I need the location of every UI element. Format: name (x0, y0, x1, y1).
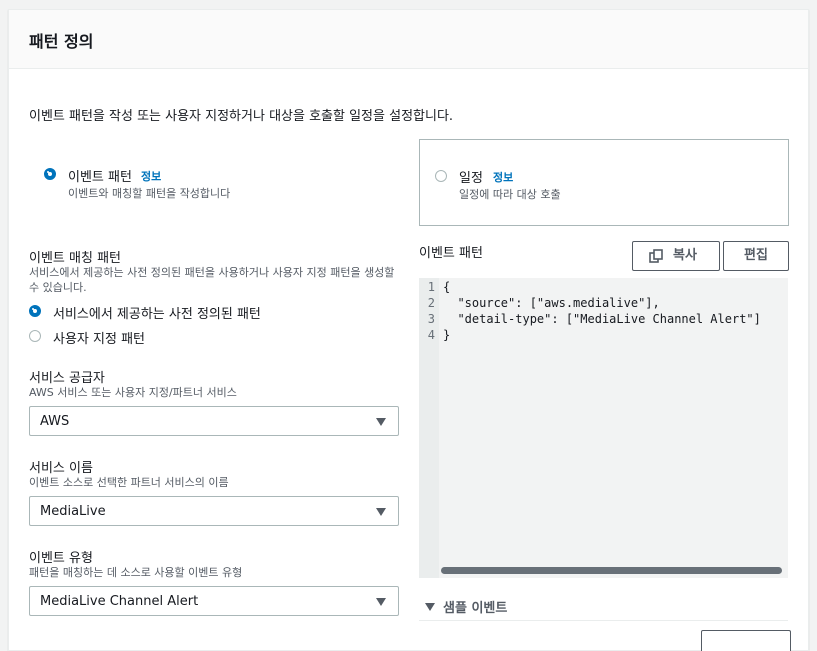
service-provider-label: 서비스 공급자 (29, 371, 105, 386)
schedule-sub: 일정에 따라 대상 호출 (459, 188, 561, 201)
line-number-gutter: 1 2 3 4 (419, 278, 439, 578)
event-pattern-sub: 이벤트와 매칭할 패턴을 작성합니다 (68, 187, 231, 200)
panel-header: 패턴 정의 (9, 10, 808, 69)
custom-pattern-radio[interactable] (29, 330, 41, 342)
service-provider-desc: AWS 서비스 또는 사용자 지정/파트너 서비스 (29, 386, 237, 399)
caret-down-icon (376, 418, 386, 426)
code-line: "source": ["aws.medialive"], (443, 296, 660, 310)
event-type-value: MediaLive Channel Alert (40, 594, 199, 609)
schedule-label: 일정 (459, 171, 483, 186)
code-line: "detail-type": ["MediaLive Channel Alert… (443, 312, 761, 326)
define-pattern-panel: 패턴 정의 이벤트 패턴을 작성 또는 사용자 지정하거나 대상을 호출할 일정… (8, 9, 809, 651)
copy-button[interactable]: 복사 (632, 241, 720, 271)
schedule-info-link[interactable]: 정보 (493, 169, 513, 185)
pattern-code-editor[interactable]: 1 2 3 4 { "source": ["aws.medialive"], "… (419, 278, 788, 578)
edit-button-label: 편집 (744, 248, 768, 263)
pattern-editor-label: 이벤트 패턴 (419, 246, 483, 261)
predefined-pattern-radio[interactable] (29, 305, 41, 317)
line-number: 1 (427, 280, 435, 294)
caret-down-icon[interactable] (425, 603, 435, 611)
line-number: 2 (427, 296, 435, 310)
divider (419, 620, 788, 621)
custom-pattern-label: 사용자 지정 패턴 (53, 332, 145, 347)
matching-pattern-label: 이벤트 매칭 패턴 (29, 251, 121, 266)
predefined-pattern-label: 서비스에서 제공하는 사전 정의된 패턴 (53, 307, 261, 322)
edit-button[interactable]: 편집 (723, 241, 789, 271)
line-number: 4 (427, 328, 435, 342)
matching-option-custom[interactable]: 사용자 지정 패턴 (29, 327, 399, 347)
event-pattern-radio[interactable] (44, 168, 56, 180)
service-name-label: 서비스 이름 (29, 461, 93, 476)
partial-button[interactable] (701, 630, 791, 651)
service-provider-value: AWS (40, 414, 70, 429)
matching-option-predefined[interactable]: 서비스에서 제공하는 사전 정의된 패턴 (29, 302, 399, 322)
service-provider-select[interactable]: AWS (29, 406, 399, 436)
service-name-desc: 이벤트 소스로 선택한 파트너 서비스의 이름 (29, 476, 229, 489)
code-line: { (443, 280, 451, 294)
event-type-select[interactable]: MediaLive Channel Alert (29, 586, 399, 616)
panel-description: 이벤트 패턴을 작성 또는 사용자 지정하거나 대상을 호출할 일정을 설정합니… (29, 109, 454, 124)
event-pattern-label: 이벤트 패턴 (68, 170, 132, 185)
event-pattern-info-link[interactable]: 정보 (141, 168, 161, 184)
sample-events-toggle[interactable]: 샘플 이벤트 (443, 597, 507, 616)
panel-title: 패턴 정의 (29, 32, 94, 51)
service-name-select[interactable]: MediaLive (29, 496, 399, 526)
event-pattern-option[interactable]: 이벤트 패턴 정보 이벤트와 매칭할 패턴을 작성합니다 (29, 160, 409, 210)
event-type-label: 이벤트 유형 (29, 551, 93, 566)
code-line: } (443, 328, 451, 342)
line-number: 3 (427, 312, 435, 326)
caret-down-icon (376, 508, 386, 516)
copy-button-label: 복사 (673, 248, 697, 263)
schedule-option[interactable]: 일정 정보 일정에 따라 대상 호출 (419, 139, 789, 226)
horizontal-scrollbar[interactable] (441, 567, 782, 574)
schedule-radio[interactable] (435, 170, 447, 182)
event-type-desc: 패턴을 매칭하는 데 소스로 사용할 이벤트 유형 (29, 566, 243, 579)
copy-icon (649, 249, 663, 263)
service-name-value: MediaLive (40, 504, 106, 519)
caret-down-icon (376, 598, 386, 606)
matching-pattern-desc: 서비스에서 제공하는 사전 정의된 패턴을 사용하거나 사용자 지정 패턴을 생… (29, 266, 395, 294)
